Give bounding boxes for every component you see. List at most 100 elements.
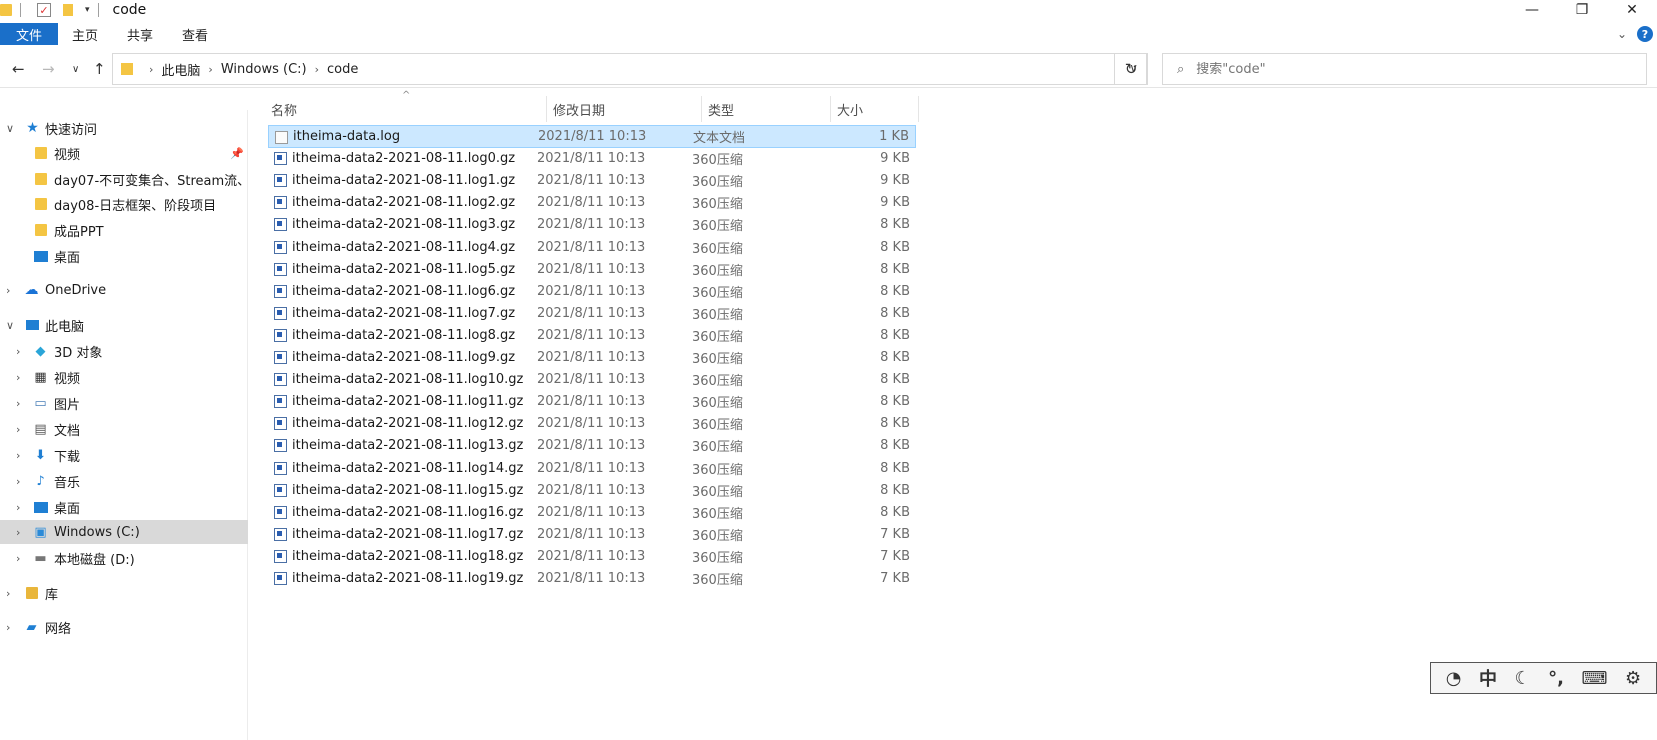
file-row[interactable]: itheima-data2-2021-08-11.log18.gz 2021/8/…	[268, 545, 916, 568]
nav-item-drive-c[interactable]: › ▣ Windows (C:)	[0, 520, 248, 544]
file-date: 2021/8/11 10:13	[537, 217, 646, 233]
file-row[interactable]: itheima-data2-2021-08-11.log11.gz 2021/8/…	[268, 390, 916, 413]
tab-home[interactable]: 主页	[58, 23, 113, 45]
expand-chevron-icon[interactable]: ›	[6, 587, 10, 600]
nav-item-desktop-quick[interactable]: 桌面	[0, 244, 248, 268]
nav-item-documents[interactable]: › ▤ 文档	[0, 417, 248, 441]
file-row[interactable]: itheima-data2-2021-08-11.log2.gz 2021/8/1…	[268, 191, 916, 214]
breadcrumb-chevron-icon[interactable]: ›	[149, 63, 153, 76]
close-button[interactable]: ✕	[1607, 0, 1657, 20]
file-date: 2021/8/11 10:13	[537, 394, 646, 410]
file-row[interactable]: itheima-data2-2021-08-11.log3.gz 2021/8/1…	[268, 213, 916, 236]
maximize-button[interactable]: ❐	[1557, 0, 1607, 20]
nav-libraries[interactable]: › 库	[0, 581, 248, 605]
file-row[interactable]: itheima-data2-2021-08-11.log10.gz 2021/8/…	[268, 368, 916, 391]
tab-view[interactable]: 查看	[168, 23, 223, 45]
file-row[interactable]: itheima-data2-2021-08-11.log13.gz 2021/8/…	[268, 434, 916, 457]
column-header-size[interactable]: 大小	[837, 100, 863, 120]
breadcrumb-this-pc[interactable]: 此电脑	[161, 60, 200, 79]
minimize-button[interactable]: —	[1507, 0, 1557, 20]
nav-item-videos-pinned[interactable]: 视频 📌	[0, 141, 248, 165]
nav-item-music[interactable]: › ♪ 音乐	[0, 469, 248, 493]
expand-chevron-icon[interactable]: ›	[16, 397, 20, 410]
nav-item-day07[interactable]: day07-不可变集合、Stream流、异	[0, 167, 248, 191]
file-size: 8 KB	[880, 416, 910, 432]
file-row[interactable]: itheima-data2-2021-08-11.log6.gz 2021/8/1…	[268, 280, 916, 303]
tab-share[interactable]: 共享	[113, 23, 168, 45]
file-row[interactable]: itheima-data2-2021-08-11.log1.gz 2021/8/1…	[268, 169, 916, 192]
collapse-chevron-icon[interactable]: ∨	[6, 319, 14, 332]
file-row[interactable]: itheima-data2-2021-08-11.log4.gz 2021/8/1…	[268, 236, 916, 259]
column-header-name[interactable]: 名称	[271, 100, 297, 120]
keyboard-icon[interactable]: ⌨	[1582, 668, 1608, 689]
nav-item-videos[interactable]: › ▦ 视频	[0, 365, 248, 389]
file-row[interactable]: itheima-data2-2021-08-11.log7.gz 2021/8/1…	[268, 302, 916, 325]
nav-item-pictures[interactable]: › ▭ 图片	[0, 391, 248, 415]
nav-item-drive-d[interactable]: › ▬ 本地磁盘 (D:)	[0, 546, 248, 570]
recent-locations-chevron-icon[interactable]: ∨	[72, 64, 79, 75]
search-box[interactable]: ⌕	[1162, 53, 1647, 85]
nav-item-ppt[interactable]: 成品PPT	[0, 218, 248, 242]
breadcrumb-windows-c[interactable]: Windows (C:)	[221, 62, 307, 77]
file-row[interactable]: itheima-data2-2021-08-11.log15.gz 2021/8/…	[268, 479, 916, 502]
forward-arrow-icon[interactable]: →	[42, 60, 55, 78]
up-arrow-icon[interactable]: ↑	[93, 60, 106, 78]
expand-chevron-icon[interactable]: ›	[16, 345, 20, 358]
expand-chevron-icon[interactable]: ›	[16, 526, 20, 539]
nav-item-desktop[interactable]: › 桌面	[0, 495, 248, 519]
column-header-type[interactable]: 类型	[708, 100, 734, 120]
nav-network[interactable]: › ▰ 网络	[0, 615, 248, 639]
file-row[interactable]: itheima-data2-2021-08-11.log8.gz 2021/8/1…	[268, 324, 916, 347]
nav-item-day08[interactable]: day08-日志框架、阶段项目	[0, 192, 248, 216]
file-row[interactable]: itheima-data2-2021-08-11.log9.gz 2021/8/1…	[268, 346, 916, 369]
file-row[interactable]: itheima-data2-2021-08-11.log16.gz 2021/8/…	[268, 501, 916, 524]
expand-chevron-icon[interactable]: ›	[16, 449, 20, 462]
column-divider[interactable]	[830, 96, 831, 122]
back-arrow-icon[interactable]: ←	[12, 60, 25, 78]
file-row[interactable]: itheima-data2-2021-08-11.log0.gz 2021/8/1…	[268, 147, 916, 170]
file-row[interactable]: itheima-data2-2021-08-11.log14.gz 2021/8/…	[268, 457, 916, 480]
nav-item-downloads[interactable]: › ⬇ 下载	[0, 443, 248, 467]
refresh-button[interactable]: ↻	[1114, 53, 1148, 85]
search-input[interactable]	[1196, 61, 1617, 77]
customize-toolbar-icon[interactable]: ▾	[85, 5, 90, 15]
properties-icon[interactable]: ✓	[37, 3, 51, 17]
tab-file[interactable]: 文件	[0, 23, 58, 45]
nav-quick-access[interactable]: ∨ ★ 快速访问	[0, 116, 248, 140]
file-row[interactable]: itheima-data2-2021-08-11.log17.gz 2021/8/…	[268, 523, 916, 546]
nav-onedrive[interactable]: › ☁ OneDrive	[0, 278, 248, 302]
file-date: 2021/8/11 10:13	[537, 372, 646, 388]
breadcrumb-chevron-icon[interactable]: ›	[315, 63, 319, 76]
file-date: 2021/8/11 10:13	[538, 129, 647, 144]
expand-chevron-icon[interactable]: ›	[6, 621, 10, 634]
pin-icon[interactable]: 📌	[230, 147, 244, 160]
file-row[interactable]: itheima-data.log 2021/8/11 10:13 文本文档 1 KB	[268, 125, 916, 148]
file-row[interactable]: itheima-data2-2021-08-11.log5.gz 2021/8/1…	[268, 258, 916, 281]
column-divider[interactable]	[918, 96, 919, 122]
nav-this-pc[interactable]: ∨ 此电脑	[0, 313, 248, 337]
breadcrumb-chevron-icon[interactable]: ›	[208, 63, 212, 76]
expand-chevron-icon[interactable]: ›	[6, 284, 10, 297]
expand-ribbon-icon[interactable]: ⌄	[1617, 27, 1627, 41]
expand-chevron-icon[interactable]: ›	[16, 475, 20, 488]
expand-chevron-icon[interactable]: ›	[16, 371, 20, 384]
column-header-date[interactable]: 修改日期	[553, 100, 605, 120]
ime-language-toggle[interactable]: 中	[1479, 665, 1497, 691]
new-folder-icon[interactable]	[63, 4, 73, 16]
gear-icon[interactable]: ⚙	[1625, 668, 1641, 689]
column-divider[interactable]	[701, 96, 702, 122]
file-row[interactable]: itheima-data2-2021-08-11.log19.gz 2021/8/…	[268, 567, 916, 590]
expand-chevron-icon[interactable]: ›	[16, 552, 20, 565]
punctuation-icon[interactable]: °,	[1548, 668, 1564, 689]
ime-logo-icon[interactable]: ◔	[1446, 668, 1462, 689]
moon-icon[interactable]: ☾	[1515, 668, 1531, 689]
nav-item-3d-objects[interactable]: › ◆ 3D 对象	[0, 339, 248, 363]
help-icon[interactable]: ?	[1637, 26, 1653, 42]
file-row[interactable]: itheima-data2-2021-08-11.log12.gz 2021/8/…	[268, 412, 916, 435]
expand-chevron-icon[interactable]: ›	[16, 423, 20, 436]
breadcrumb-code[interactable]: code	[327, 62, 358, 77]
address-bar[interactable]: › 此电脑 › Windows (C:) › code ∨	[112, 53, 1147, 85]
collapse-chevron-icon[interactable]: ∨	[6, 122, 14, 135]
expand-chevron-icon[interactable]: ›	[16, 501, 20, 514]
column-divider[interactable]	[546, 96, 547, 122]
